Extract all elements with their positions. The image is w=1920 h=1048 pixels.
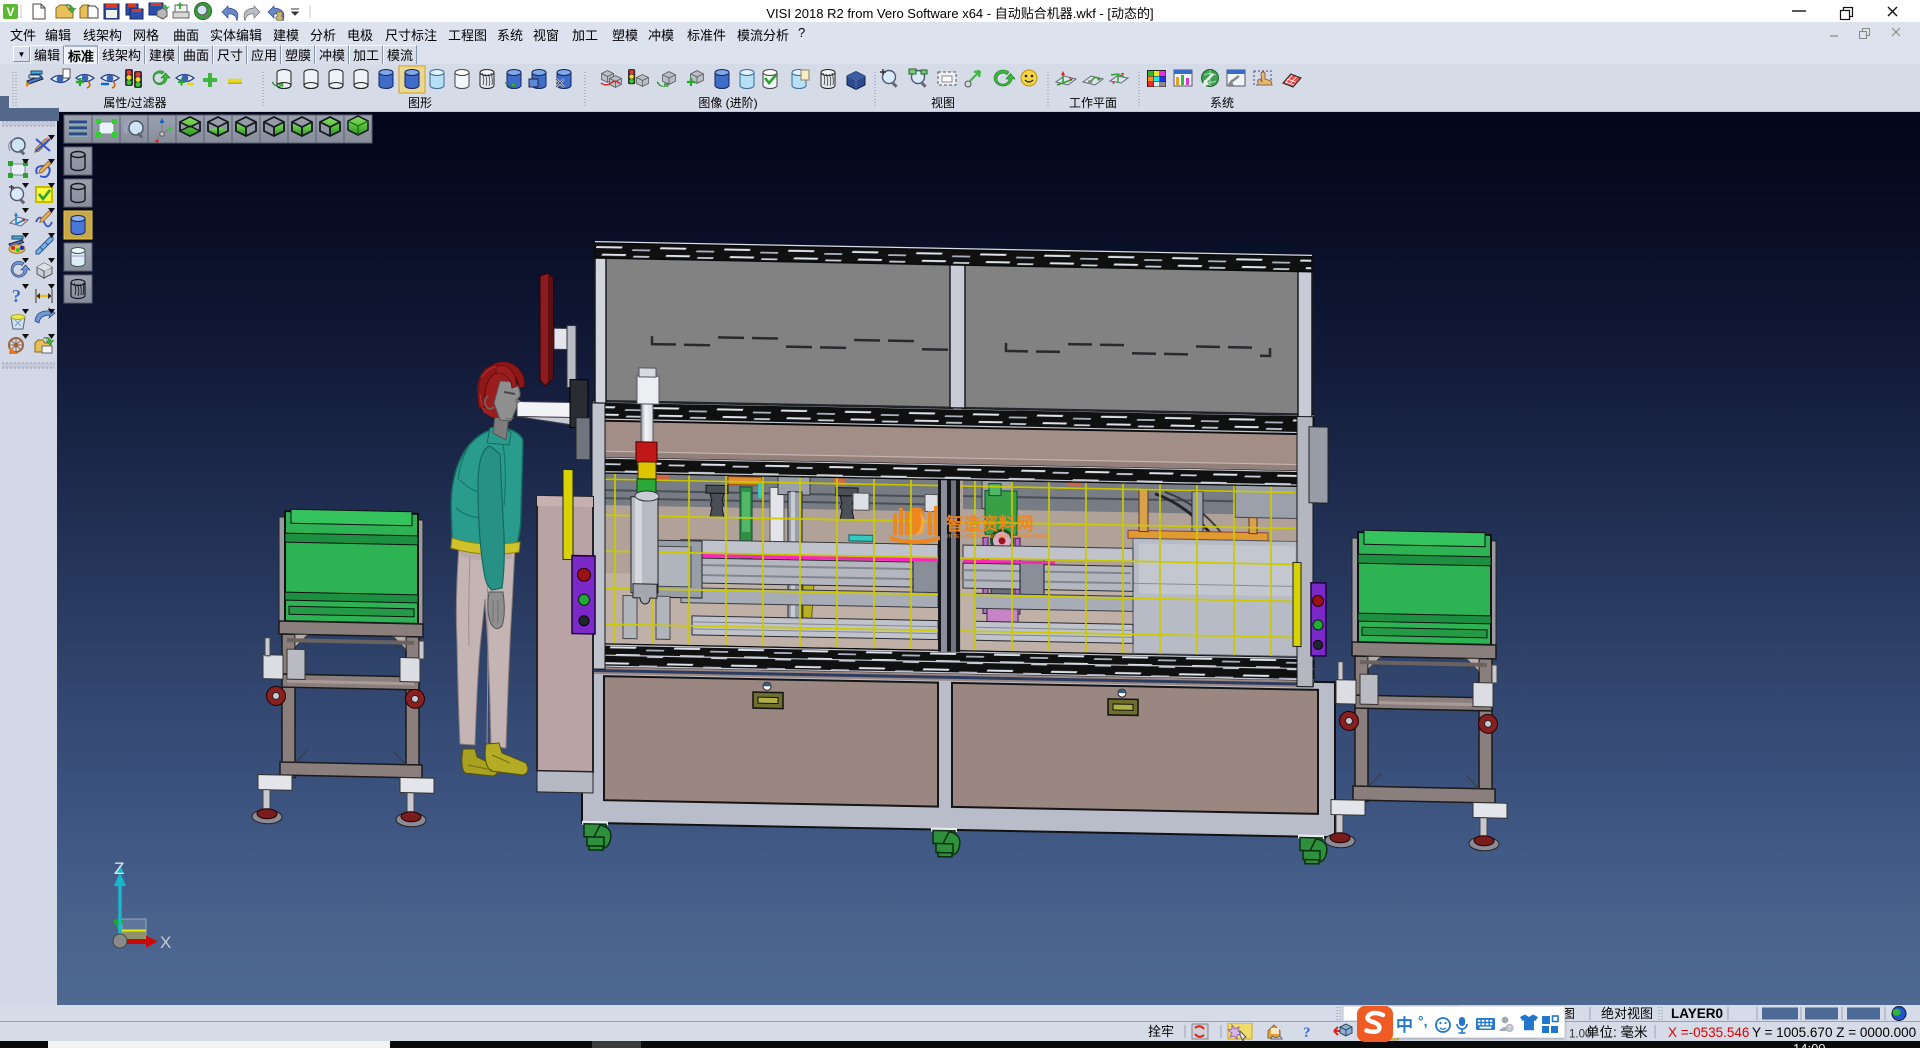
svg-text:图形: 图形 (408, 96, 432, 110)
svg-text:系统: 系统 (1210, 96, 1234, 110)
svg-text:X =-0535.546: X =-0535.546 (1668, 1025, 1749, 1040)
svg-text:Y = 1005.670 Z = 0000.000: Y = 1005.670 Z = 0000.000 (1752, 1025, 1916, 1040)
svg-text:单位: 毫米: 单位: 毫米 (1586, 1024, 1648, 1040)
svg-text:视图: 视图 (931, 95, 955, 110)
svg-text:工作平面: 工作平面 (1069, 96, 1117, 110)
svg-text:°,: °, (1418, 1013, 1428, 1029)
svg-text:图像 (进阶): 图像 (进阶) (698, 96, 757, 110)
svg-text:7: 7 (1508, 1026, 1512, 1033)
svg-text:?: ? (1303, 1025, 1311, 1041)
svg-text:属性/过滤器: 属性/过滤器 (103, 96, 166, 110)
svg-text:拴牢: 拴牢 (1148, 1024, 1174, 1039)
svg-text:?: ? (12, 286, 21, 306)
svg-text:中: 中 (1396, 1015, 1413, 1035)
svg-text:LAYER0: LAYER0 (1671, 1006, 1723, 1021)
svg-text:V: V (6, 5, 14, 19)
svg-text:绝对视图: 绝对视图 (1601, 1006, 1653, 1021)
